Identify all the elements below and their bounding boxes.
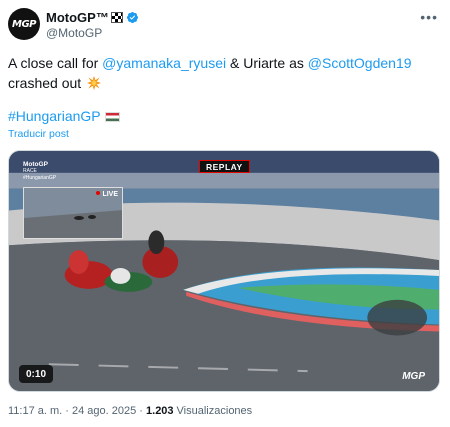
verified-icon bbox=[126, 11, 138, 23]
broadcast-sub-1: RACE bbox=[23, 168, 37, 174]
hungary-flag-icon bbox=[104, 112, 120, 122]
avatar-text: MGP bbox=[12, 18, 37, 30]
broadcast-logo-text: MotoGP bbox=[23, 161, 48, 168]
author-display-name[interactable]: MotoGP™ bbox=[46, 10, 109, 25]
tweet-text-prefix: A close call for bbox=[8, 55, 103, 71]
more-icon[interactable]: ••• bbox=[420, 9, 438, 25]
replay-badge: REPLAY bbox=[199, 160, 250, 173]
author-handle[interactable]: @MotoGP bbox=[46, 26, 102, 40]
post-timestamp[interactable]: 11:17 a. m. · 24 ago. 2025 · bbox=[8, 405, 143, 417]
video-player[interactable]: MotoGP RACE #HungarianGP REPLAY LIVE 0:1… bbox=[8, 150, 440, 392]
live-dot-icon bbox=[96, 191, 101, 195]
live-label: LIVE bbox=[96, 191, 118, 198]
video-time-badge: 0:10 bbox=[19, 365, 54, 383]
avatar[interactable]: MGP bbox=[8, 8, 40, 40]
chequered-flag-icon bbox=[110, 11, 123, 23]
live-inset: LIVE bbox=[23, 187, 123, 239]
views-count: 1.203 bbox=[146, 405, 174, 417]
views-label: Visualizaciones bbox=[176, 405, 253, 417]
corner-logo: MGP bbox=[402, 371, 425, 382]
live-label-text: LIVE bbox=[102, 191, 118, 198]
hashtag-line: #HungarianGP bbox=[8, 106, 120, 126]
tweet-text: A close call for @yamanaka_ryusei & Uria… bbox=[8, 53, 438, 93]
tweet-text-suffix: crashed out bbox=[8, 75, 82, 91]
tweet-text-middle: & Uriarte as bbox=[226, 55, 308, 71]
broadcast-sub-2: #HungarianGP bbox=[23, 175, 57, 181]
mention-link-1[interactable]: @yamanaka_ryusei bbox=[102, 55, 226, 71]
broadcast-logo: MotoGP RACE #HungarianGP bbox=[23, 161, 56, 182]
hashtag-link[interactable]: #HungarianGP bbox=[8, 108, 101, 124]
mention-link-2[interactable]: @ScottOgden19 bbox=[308, 55, 412, 71]
explosion-icon bbox=[87, 76, 102, 90]
author-name-row[interactable]: MotoGP™ bbox=[46, 9, 139, 25]
tweet: MGP MotoGP™ @MotoGP ••• A close call for… bbox=[0, 0, 450, 427]
tweet-meta: 11:17 a. m. · 24 ago. 2025 · 1.203 Visual… bbox=[8, 405, 252, 417]
translate-post-link[interactable]: Traducir post bbox=[8, 128, 69, 140]
